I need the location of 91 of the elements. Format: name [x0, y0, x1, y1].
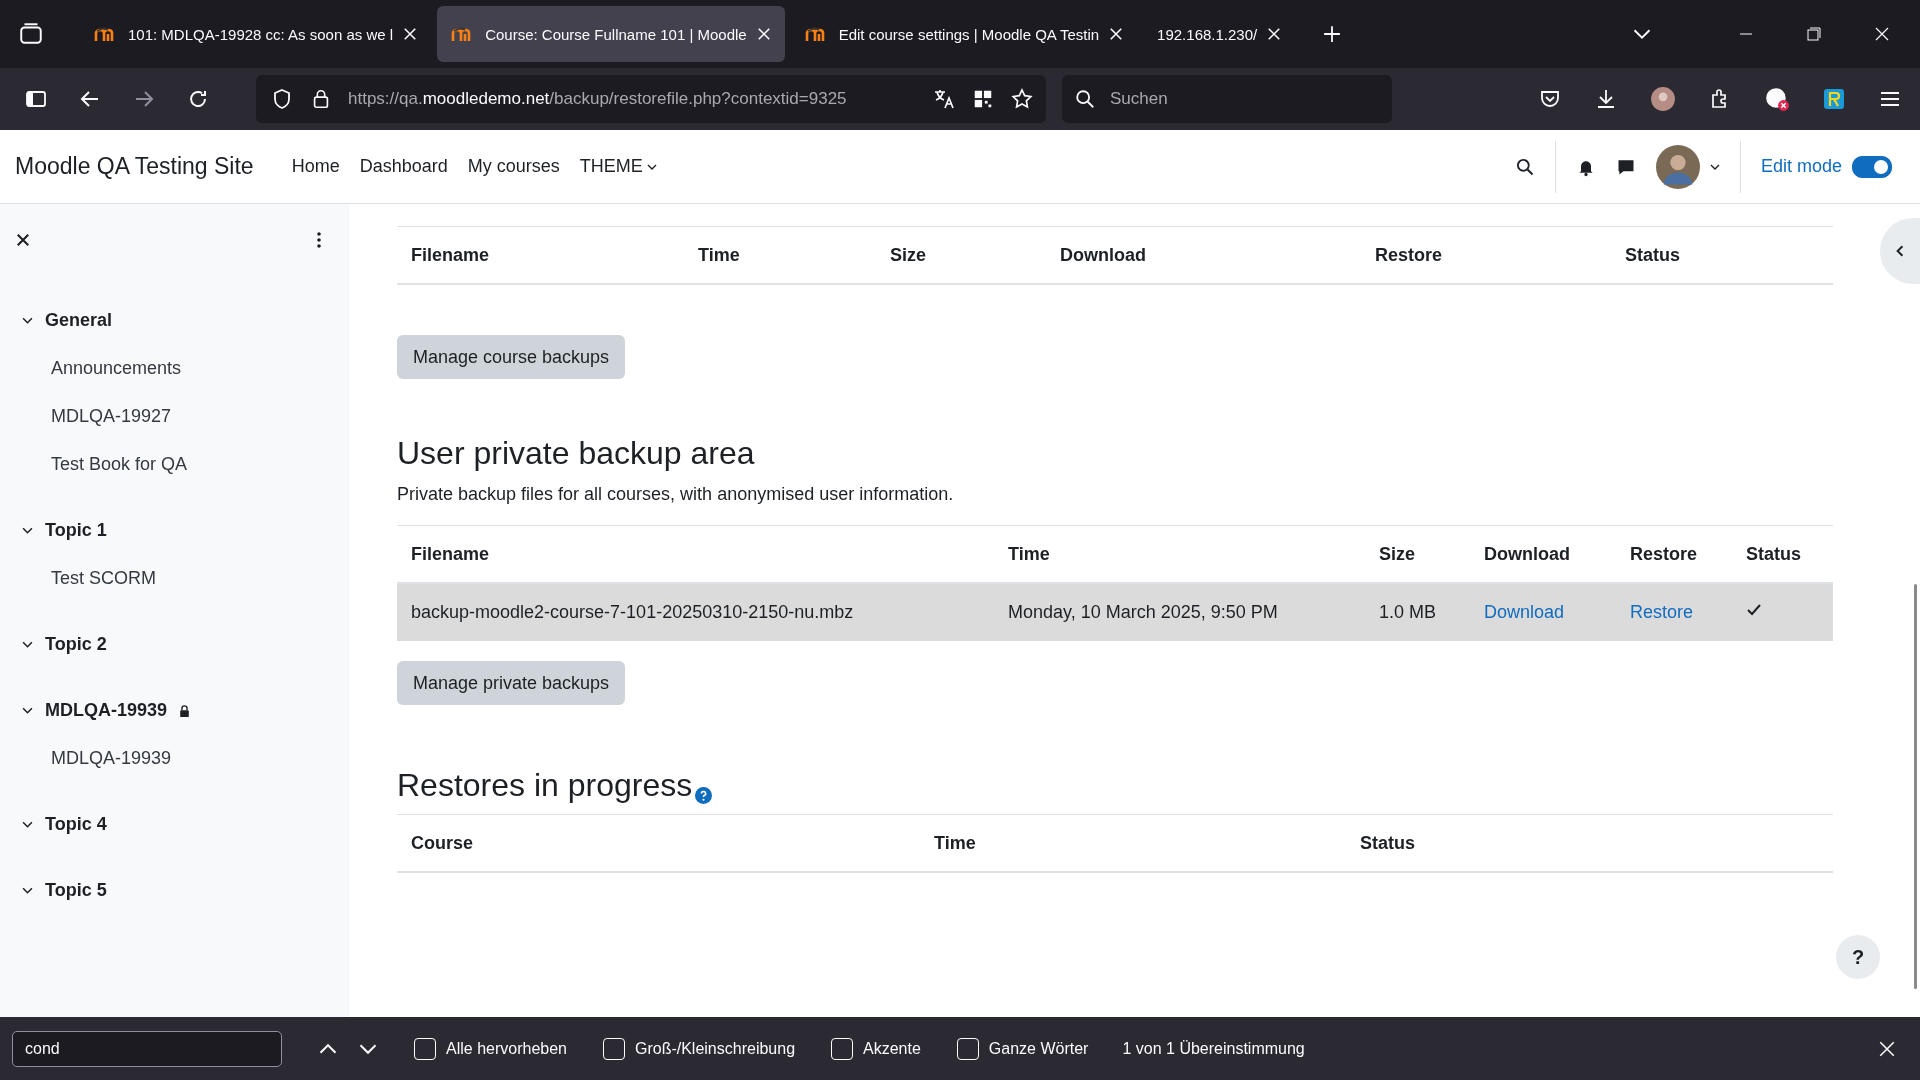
checkbox-label[interactable]: Alle hervorheben	[446, 1039, 567, 1058]
edit-mode-label: Edit mode	[1760, 156, 1842, 177]
checkbox-label[interactable]: Akzente	[863, 1039, 921, 1058]
table-cell-text: 1.0 MB	[1379, 602, 1438, 623]
sidebar-item[interactable]: MDLQA-19927	[16, 406, 325, 427]
column-header: Status	[1625, 244, 1681, 266]
star-icon[interactable]	[1010, 87, 1034, 111]
browser-tab[interactable]: Course: Course Fullname 101 | Moodle	[437, 6, 785, 62]
search-field[interactable]: Suchen	[1108, 88, 1372, 110]
manage-private-backups-button[interactable]: Manage private backups	[397, 661, 626, 705]
nav-link[interactable]: Home	[291, 156, 340, 177]
close-icon[interactable]	[16, 233, 30, 247]
restore-link[interactable]: Restore	[1630, 602, 1694, 622]
section-title[interactable]: Topic 1	[45, 520, 107, 541]
download-link[interactable]: Download	[1484, 602, 1565, 622]
nav-link[interactable]: My courses	[467, 156, 560, 177]
column-header: Course	[411, 832, 474, 854]
nav-link[interactable]: Dashboard	[359, 156, 448, 177]
nav-link[interactable]: THEME	[579, 156, 657, 177]
help-icon[interactable]	[695, 787, 713, 804]
column-header: Time	[1008, 543, 1051, 565]
sidebar-item[interactable]: Announcements	[16, 358, 325, 379]
column-header: Size	[1379, 543, 1417, 565]
manage-course-backups-button[interactable]: Manage course backups	[397, 335, 626, 379]
sidebar-item[interactable]: Test SCORM	[16, 568, 325, 589]
translate-icon[interactable]	[932, 87, 956, 111]
chevron-icon[interactable]	[22, 819, 33, 830]
browser-tab[interactable]: 101: MDLQA-19928 cc: As soon as we l	[80, 6, 432, 62]
column-header: Restore	[1375, 244, 1444, 266]
scrollbar[interactable]	[1914, 584, 1917, 989]
tab-title: 101: MDLQA-19928 cc: As soon as we l	[128, 25, 394, 43]
section-title[interactable]: Topic 5	[45, 880, 107, 901]
url-text: https://qa.moodledemo.net/backup/restorefile.php?contextid=9325	[348, 89, 847, 109]
column-header: Time	[698, 244, 741, 266]
browser-tab[interactable]: 192.168.1.230/	[1143, 6, 1296, 62]
search-icon	[1074, 88, 1096, 110]
avatar-icon[interactable]	[1650, 86, 1676, 112]
checkbox[interactable]	[414, 1037, 436, 1060]
chevron-icon[interactable]	[22, 885, 33, 896]
column-header: Status	[1746, 543, 1802, 565]
match-count: 1 von 1 Übereinstimmung	[1122, 1039, 1305, 1058]
column-header: Filename	[411, 543, 491, 565]
tab-list-icon[interactable]	[18, 21, 44, 47]
drawer-toggle[interactable]	[1880, 218, 1920, 284]
section-heading: User private backup area	[397, 435, 756, 472]
section-title[interactable]: MDLQA-19939	[45, 700, 168, 721]
checkbox[interactable]	[602, 1037, 625, 1060]
checkbox-label[interactable]: Ganze Wörter	[988, 1039, 1089, 1058]
tab-title: 192.168.1.230/	[1157, 25, 1258, 43]
edit-mode-switch[interactable]	[1852, 155, 1892, 178]
column-header: Restore	[1630, 543, 1699, 565]
column-header: Download	[1060, 244, 1147, 266]
address-bar[interactable]: https://qa.moodledemo.net/backup/restorefile.php?contextid=9325	[256, 75, 1046, 123]
column-header: Time	[934, 832, 977, 854]
new-tab-icon[interactable]	[1323, 25, 1342, 43]
section-title[interactable]: General	[45, 310, 113, 331]
section-title[interactable]: Topic 4	[45, 814, 107, 835]
site-name[interactable]: Moodle QA Testing Site	[15, 153, 254, 180]
checkbox[interactable]	[831, 1037, 854, 1060]
sidebar-item[interactable]: Test Book for QA	[16, 454, 325, 475]
column-header: Status	[1360, 832, 1416, 854]
qr-code-icon[interactable]	[972, 88, 994, 110]
table-cell-text: Monday, 10 March 2025, 9:50 PM	[1008, 602, 1279, 623]
chevron-icon[interactable]	[22, 315, 33, 326]
search-field[interactable]: Suchen	[1062, 75, 1392, 123]
chevron-icon[interactable]	[22, 705, 33, 716]
table-cell-text: backup-moodle2-course-7-101-20250310-2150-nu.mbz	[411, 602, 855, 623]
chevron-icon[interactable]	[22, 525, 33, 536]
tab-title: Edit course settings | Moodle QA Testin	[838, 25, 1100, 43]
sidebar-item[interactable]: MDLQA-19939	[16, 748, 325, 769]
section-title[interactable]: Topic 2	[45, 634, 107, 655]
extension-icon[interactable]	[1822, 87, 1846, 111]
column-header: Download	[1484, 543, 1571, 565]
restore-icon[interactable]	[1806, 26, 1822, 42]
more-icon[interactable]	[317, 232, 321, 248]
browser-tab[interactable]: Edit course settings | Moodle QA Testin	[790, 6, 1138, 62]
tab-title: Course: Course Fullname 101 | Moodle	[485, 25, 747, 43]
search-icon[interactable]	[1514, 156, 1535, 177]
column-header: Size	[890, 244, 928, 266]
section-description: Private backup files for all courses, with anonymised user information.	[397, 484, 955, 505]
checkbox[interactable]	[956, 1037, 979, 1060]
column-header: Filename	[411, 244, 491, 266]
avatar-icon	[1655, 144, 1700, 189]
find-field[interactable]: cond	[12, 1030, 282, 1067]
section-heading: Restores in progress	[397, 767, 693, 804]
checkbox-label[interactable]: Groß-/Kleinschreibung	[634, 1039, 796, 1058]
chevron-left-icon	[1894, 245, 1906, 257]
chevron-icon[interactable]	[22, 639, 33, 650]
user-menu[interactable]	[1655, 144, 1720, 189]
globe-icon[interactable]	[1764, 86, 1790, 112]
help-button[interactable]: ?	[1836, 935, 1880, 979]
